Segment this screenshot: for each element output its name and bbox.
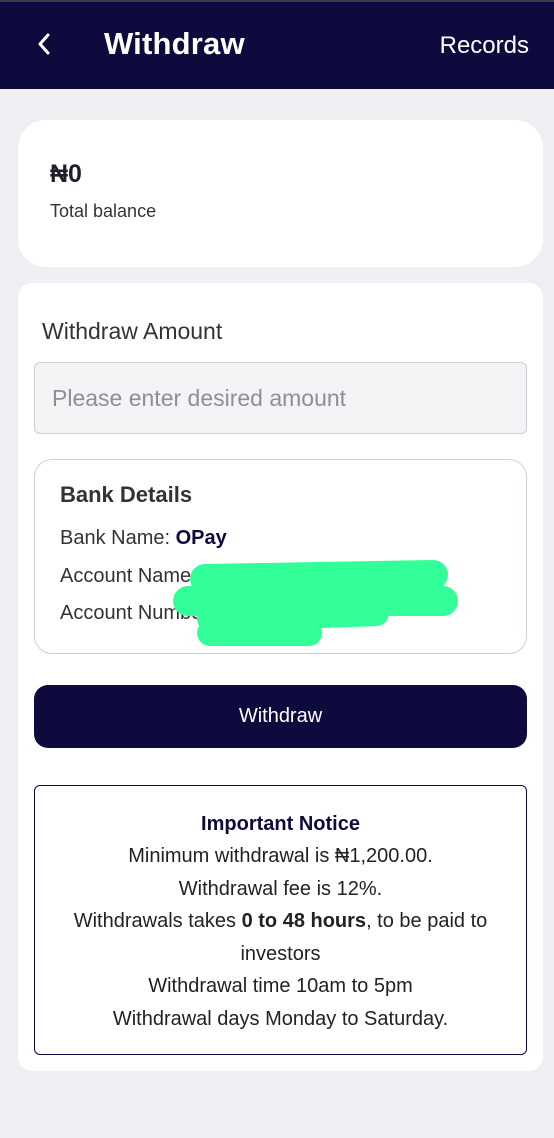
total-balance-label: Total balance	[50, 201, 157, 221]
app-header: Withdraw Records	[0, 2, 554, 89]
redaction-mark	[197, 620, 322, 646]
bank-details-title: Bank Details	[60, 482, 193, 507]
bank-name-value: OPay	[175, 527, 227, 549]
withdraw-card: Withdraw Amount Bank Details Bank Name: …	[18, 283, 543, 1071]
account-name-label: Account Name	[60, 565, 192, 587]
notice-min-withdrawal: Minimum withdrawal is ₦1,200.00.	[128, 845, 433, 867]
important-notice-box: Important Notice Minimum withdrawal is ₦…	[34, 785, 527, 1055]
withdraw-button[interactable]: Withdraw	[34, 685, 527, 748]
bank-details-box: Bank Details Bank Name: OPay Account Nam…	[34, 459, 527, 654]
page-title: Withdraw	[104, 26, 245, 61]
account-name-row: Account Name	[60, 565, 191, 588]
chevron-left-icon[interactable]	[28, 28, 60, 60]
total-balance-amount: ₦0	[50, 160, 82, 188]
withdraw-amount-label: Withdraw Amount	[42, 318, 223, 344]
notice-title: Important Notice	[201, 813, 360, 835]
notice-days: Withdrawal days Monday to Saturday.	[112, 1007, 449, 1030]
bank-name-row: Bank Name: OPay	[60, 527, 227, 550]
balance-card: ₦0 Total balance	[18, 120, 543, 267]
notice-duration-prefix: Withdrawals takes	[73, 910, 242, 933]
notice-duration: Withdrawals takes 0 to 48 hours, to be p…	[35, 905, 526, 970]
records-link[interactable]: Records	[440, 32, 529, 60]
bank-name-label: Bank Name:	[60, 527, 171, 549]
notice-time: Withdrawal time 10am to 5pm	[148, 975, 413, 998]
notice-duration-bold: 0 to 48 hours	[241, 910, 367, 933]
withdraw-amount-input[interactable]	[34, 362, 527, 434]
notice-fee: Withdrawal fee is 12%.	[178, 877, 383, 900]
